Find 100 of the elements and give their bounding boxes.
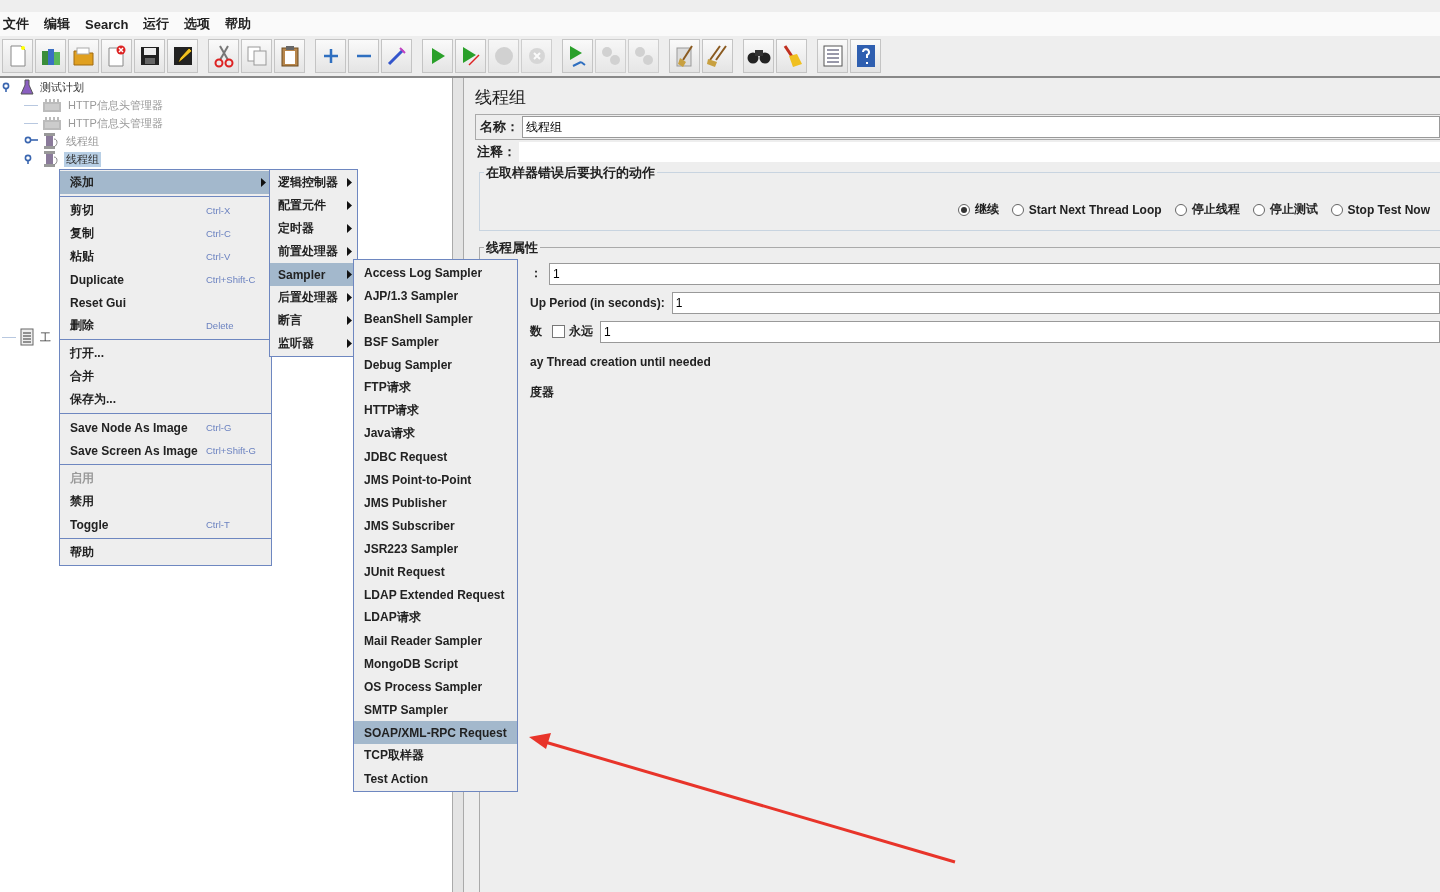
menu-item[interactable]: 剪切 Ctrl-X [60, 199, 271, 222]
menu-item[interactable]: Test Action [354, 767, 517, 790]
checkbox[interactable] [552, 325, 565, 338]
radio-button[interactable] [1011, 203, 1024, 216]
menu-item[interactable]: Toggle Ctrl-T [60, 513, 271, 536]
toolbar-button[interactable] [167, 39, 198, 73]
wand-icon [385, 45, 408, 67]
menu-item[interactable]: 监听器 [270, 332, 357, 355]
toolbar-button[interactable] [743, 39, 774, 73]
menu-item[interactable]: JDBC Request [354, 445, 517, 468]
menu-item[interactable]: Mail Reader Sampler [354, 629, 517, 652]
menu-item[interactable]: MongoDB Script [354, 652, 517, 675]
menu-item[interactable]: Debug Sampler [354, 353, 517, 376]
menu-item[interactable]: 前置处理器 [270, 240, 357, 263]
help-icon [855, 44, 876, 68]
brooms-icon [705, 44, 730, 68]
menu-item[interactable]: 删除 Delete [60, 314, 271, 337]
radio-label[interactable]: 继续 [974, 201, 999, 218]
menu-item[interactable]: 文件 [3, 15, 29, 33]
loop-count-field[interactable]: 1 [600, 320, 1440, 343]
menu-item[interactable]: OS Process Sampler [354, 675, 517, 698]
menu-item[interactable]: JSR223 Sampler [354, 537, 517, 560]
name-label: 名称： [479, 118, 519, 136]
radio-button[interactable] [1174, 203, 1187, 216]
menu-item[interactable]: SMTP Sampler [354, 698, 517, 721]
menu-item[interactable]: 复制 Ctrl-C [60, 222, 271, 245]
copy-icon [245, 45, 268, 67]
menu-item[interactable]: 帮助 [60, 541, 271, 564]
threads-field[interactable]: 1 [549, 262, 1440, 285]
radio-button[interactable] [1252, 203, 1265, 216]
radio-label[interactable]: Start Next Thread Loop [1028, 202, 1162, 217]
panel-title: 线程组 [475, 87, 527, 109]
x-circle-icon [527, 47, 546, 65]
radio-button[interactable] [957, 203, 970, 216]
menu-item[interactable]: BSF Sampler [354, 330, 517, 353]
ramp-up-field[interactable]: 1 [671, 291, 1440, 314]
menu-item[interactable]: 粘贴 Ctrl-V [60, 245, 271, 268]
menu-item[interactable]: Reset Gui [60, 291, 271, 314]
spool-icon [42, 150, 60, 168]
name-field[interactable]: 线程组 [522, 116, 1440, 138]
delay-checkbox-label[interactable]: ay Thread creation until needed [530, 354, 711, 369]
tree-node-label[interactable]: 线程组 [64, 151, 101, 167]
scissors-icon [213, 44, 234, 68]
ramp-up-label: Up Period (in seconds): [530, 295, 665, 310]
menu-item[interactable]: LDAP请求 [354, 606, 517, 629]
group-title: 在取样器错误后要执行的动作 [484, 164, 657, 182]
menu-item[interactable]: JMS Point-to-Point [354, 468, 517, 491]
menu-item[interactable]: 选项 [184, 15, 211, 33]
menu-item[interactable]: 定时器 [270, 217, 357, 240]
flask-icon [20, 79, 34, 95]
menu-item[interactable]: 合并 [60, 365, 271, 388]
scheduler-label[interactable]: 度器 [530, 384, 554, 401]
menu-item[interactable]: 后置处理器 [270, 286, 357, 309]
radio-label[interactable]: Stop Test Now [1347, 202, 1430, 217]
menu-item[interactable]: 保存为... [60, 388, 271, 411]
menu-item[interactable]: 禁用 [60, 490, 271, 513]
binoculars-icon [746, 47, 771, 65]
menu-item[interactable]: 打开... [60, 342, 271, 365]
menu-item[interactable]: Search [85, 16, 129, 32]
radio-button[interactable] [1330, 203, 1343, 216]
clipboard-icon [279, 45, 300, 67]
menu-item[interactable]: HTTP请求 [354, 399, 517, 422]
menu-item[interactable]: 逻辑控制器 [270, 171, 357, 194]
menu-item[interactable]: Java请求 [354, 422, 517, 445]
radio-label[interactable]: 停止线程 [1191, 201, 1240, 218]
menu-item[interactable]: JMS Publisher [354, 491, 517, 514]
menu-item[interactable]: Save Screen As Image Ctrl+Shift-G [60, 439, 271, 462]
comment-label: 注释： [476, 143, 516, 161]
caret-icon [347, 224, 352, 233]
menu-item[interactable]: TCP取样器 [354, 744, 517, 767]
menu-item[interactable]: 添加 [60, 171, 271, 194]
menu-item[interactable]: JUnit Request [354, 560, 517, 583]
menu-item[interactable]: FTP请求 [354, 376, 517, 399]
circles-icon [599, 45, 622, 67]
menu-item[interactable]: SOAP/XML-RPC Request [354, 721, 517, 744]
loop-count-label: 数 [530, 323, 542, 340]
menu-item[interactable]: 帮助 [225, 15, 252, 33]
menu-item[interactable]: AJP/1.3 Sampler [354, 284, 517, 307]
rack-icon [42, 97, 62, 113]
tree-node-label[interactable]: 测试计划 [38, 79, 86, 95]
menu-item[interactable]: Access Log Sampler [354, 261, 517, 284]
menu-item[interactable]: 断言 [270, 309, 357, 332]
threads-label: ： [530, 265, 542, 282]
stop-sign-icon [493, 46, 514, 66]
menu-item[interactable]: BeanShell Sampler [354, 307, 517, 330]
menu-item[interactable]: 编辑 [44, 15, 70, 33]
checkbox-label[interactable]: 永远 [569, 323, 593, 340]
menu-item[interactable]: Save Node As Image Ctrl-G [60, 416, 271, 439]
radio-label[interactable]: 停止测试 [1269, 201, 1318, 218]
blank-page-icon [7, 45, 28, 67]
menu-item[interactable]: JMS Subscriber [354, 514, 517, 537]
caret-icon [347, 201, 352, 210]
menu-item[interactable]: 配置元件 [270, 194, 357, 217]
menu-item[interactable]: LDAP Extended Request [354, 583, 517, 606]
menu-item[interactable]: 运行 [143, 15, 170, 33]
minus-icon [355, 54, 372, 58]
toolbar-button[interactable] [134, 39, 165, 73]
toolbar-button[interactable] [381, 39, 412, 73]
tree-node-label[interactable]: 工 [38, 329, 53, 345]
menu-item[interactable]: Duplicate Ctrl+Shift-C [60, 268, 271, 291]
